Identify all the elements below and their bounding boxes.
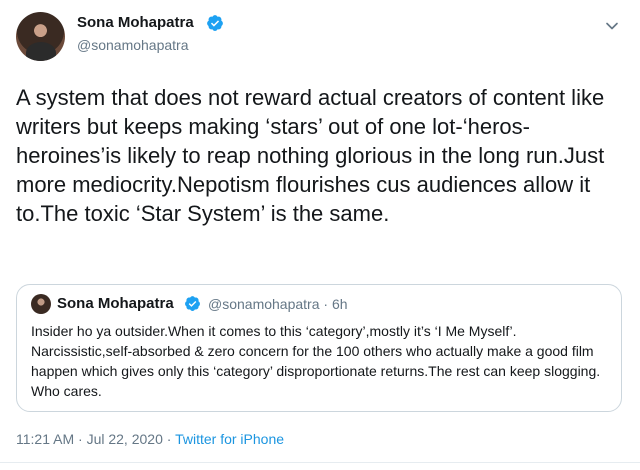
quoted-age: 6h xyxy=(331,296,348,312)
meta-separator: · xyxy=(78,431,83,447)
verified-badge-icon xyxy=(185,296,200,311)
quoted-tweet[interactable]: Sona Mohapatra @sonamohapatra · 6h Insid… xyxy=(16,284,622,412)
quoted-handle-text: @sonamohapatra xyxy=(208,296,320,312)
quoted-tweet-text: Insider ho ya outsider.When it comes to … xyxy=(31,323,601,399)
tweet-meta: 11:21 AM · Jul 22, 2020 · Twitter for iP… xyxy=(16,431,284,447)
quoted-author-avatar xyxy=(31,294,51,314)
meta-separator-2: · xyxy=(166,431,172,447)
tweet-date[interactable]: Jul 22, 2020 xyxy=(87,431,163,447)
divider xyxy=(0,462,640,463)
author-name[interactable]: Sona Mohapatra xyxy=(77,14,194,31)
verified-badge-icon xyxy=(207,15,223,31)
tweet-source-link[interactable]: Twitter for iPhone xyxy=(175,431,284,447)
quoted-separator: · xyxy=(323,296,329,312)
author-avatar[interactable] xyxy=(16,12,65,61)
tweet-card: Sona Mohapatra @sonamohapatra A system t… xyxy=(0,0,640,470)
tweet-text: A system that does not reward actual cre… xyxy=(16,85,605,226)
author-handle[interactable]: @sonamohapatra xyxy=(77,37,189,53)
tweet-time[interactable]: 11:21 AM xyxy=(16,431,74,447)
chevron-down-icon[interactable] xyxy=(602,16,622,36)
quoted-author-name: Sona Mohapatra xyxy=(57,295,174,312)
quoted-author-handle: @sonamohapatra · 6h xyxy=(208,296,348,312)
